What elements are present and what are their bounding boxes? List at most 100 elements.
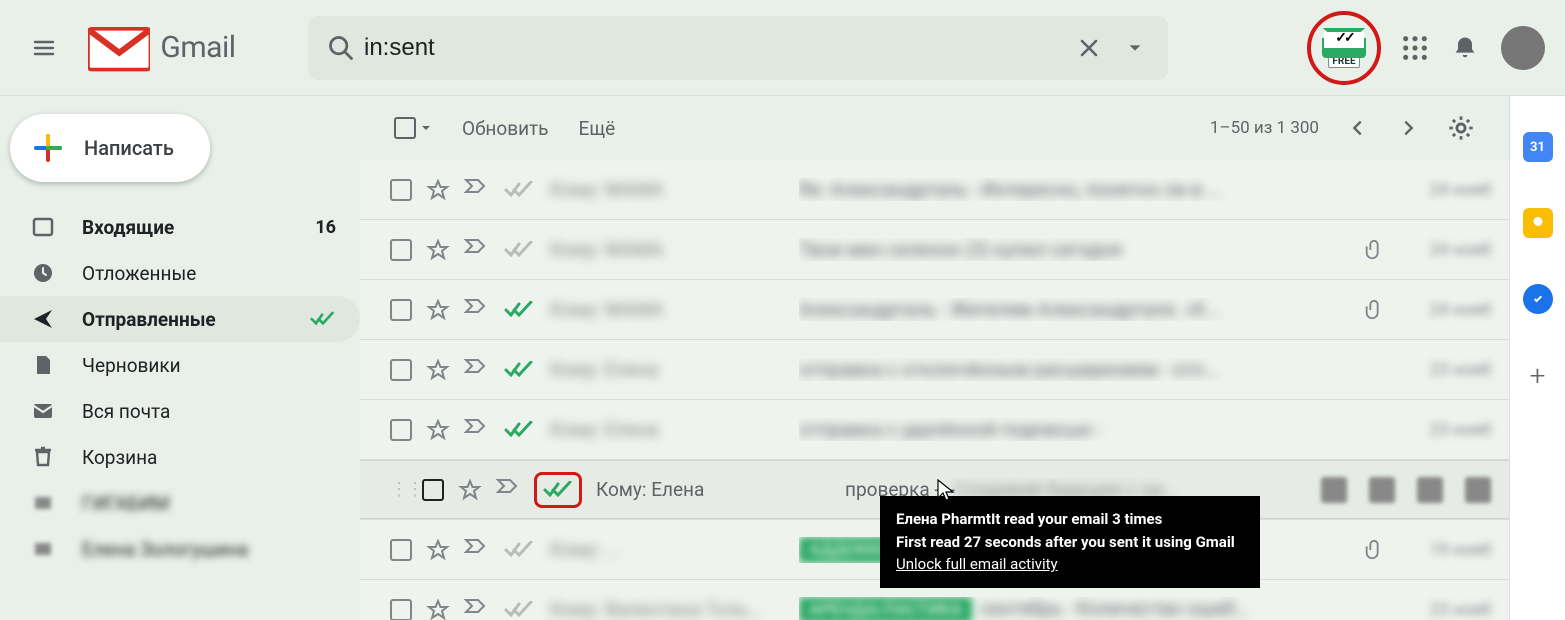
clear-search-icon[interactable]: [1066, 25, 1112, 71]
importance-icon[interactable]: [464, 178, 488, 202]
sent-icon: [30, 306, 56, 332]
row-checkbox[interactable]: [390, 419, 412, 441]
label-icon: [30, 490, 56, 516]
tooltip-line2: First read 27 seconds after you sent it …: [896, 531, 1244, 554]
email-row[interactable]: ⋮⋮Кому: МАМААлександрталь - Жителям Алек…: [360, 280, 1509, 340]
email-row[interactable]: ⋮⋮Кому: МАМАRe: Александрталь - Интересн…: [360, 160, 1509, 220]
mailtrack-status-icon[interactable]: [502, 358, 536, 382]
attachment-icon: [1361, 539, 1387, 561]
star-icon[interactable]: [458, 478, 482, 502]
gmail-logo-icon: [88, 24, 150, 72]
logo[interactable]: Gmail: [88, 24, 288, 72]
star-icon[interactable]: [426, 538, 450, 562]
star-icon[interactable]: [426, 598, 450, 620]
snooze-icon[interactable]: [1465, 477, 1491, 503]
sidebar-item-inbox[interactable]: Входящие 16: [0, 204, 360, 250]
sidebar-item-sent[interactable]: Отправленные: [0, 296, 360, 342]
account-avatar[interactable]: [1501, 26, 1545, 70]
add-addon-icon[interactable]: +: [1523, 360, 1553, 390]
mailtrack-status-icon[interactable]: [502, 298, 536, 322]
mailtrack-extension-badge[interactable]: ✓✓ FREE: [1309, 13, 1379, 83]
email-row[interactable]: ⋮⋮Кому: МАМАТвои мин селенок (3) купил с…: [360, 220, 1509, 280]
row-recipient: Кому: МАМА: [550, 238, 785, 261]
sidebar-item-allmail[interactable]: Вся почта: [0, 388, 360, 434]
search-icon[interactable]: [318, 25, 364, 71]
trash-icon: [30, 444, 56, 470]
sidebar-item-label1[interactable]: ГИГАБИМ: [0, 480, 360, 526]
importance-icon[interactable]: [464, 538, 488, 562]
star-icon[interactable]: [426, 238, 450, 262]
importance-icon[interactable]: [464, 238, 488, 262]
tasks-addon-icon[interactable]: [1523, 284, 1553, 314]
refresh-button[interactable]: Обновить: [462, 117, 549, 140]
next-page-icon[interactable]: [1397, 117, 1419, 139]
row-subject: отправка с удалённой подписью -: [799, 418, 1347, 441]
row-recipient: Кому: Елена: [550, 358, 785, 381]
envelope-icon: ✓✓: [1322, 28, 1366, 58]
inbox-icon: [30, 214, 56, 240]
tooltip-unlock-link[interactable]: Unlock full email activity: [896, 553, 1244, 576]
email-row[interactable]: ⋮⋮Кому: Еленаотправка с удалённой подпис…: [360, 400, 1509, 460]
row-recipient: Кому: МАМА: [550, 298, 785, 321]
row-checkbox[interactable]: [390, 599, 412, 620]
search-options-icon[interactable]: [1112, 25, 1158, 71]
main-menu-icon[interactable]: [20, 24, 68, 72]
row-checkbox[interactable]: [390, 299, 412, 321]
row-checkbox[interactable]: [390, 179, 412, 201]
importance-icon[interactable]: [464, 598, 488, 620]
row-date: 24 нояб: [1401, 300, 1491, 320]
row-subject: отправка с отключённым расширением - отп…: [799, 358, 1347, 381]
importance-icon[interactable]: [464, 358, 488, 382]
label-icon: [30, 536, 56, 562]
mailtrack-status-icon[interactable]: [534, 472, 582, 508]
email-row[interactable]: ⋮⋮Кому: Еленаотправка с отключённым расш…: [360, 340, 1509, 400]
mailtrack-status-icon[interactable]: [502, 538, 536, 562]
sidebar-item-label: ГИГАБИМ: [82, 492, 336, 515]
mark-read-icon[interactable]: [1417, 477, 1443, 503]
star-icon[interactable]: [426, 358, 450, 382]
importance-icon[interactable]: [464, 298, 488, 322]
sidebar-item-label2[interactable]: Елена Зологушина: [0, 526, 360, 572]
row-subject: Александрталь - Жителям Александрталя. «…: [799, 298, 1347, 321]
sidebar-item-snoozed[interactable]: Отложенные: [0, 250, 360, 296]
sidebar-item-label: Входящие: [82, 216, 289, 239]
prev-page-icon[interactable]: [1347, 117, 1369, 139]
main: Обновить Ещё 1–50 из 1 300 ⋮⋮Кому: МАМАR…: [360, 96, 1509, 620]
mail-icon: [30, 398, 56, 424]
row-date: 23 нояб: [1401, 360, 1491, 380]
search-bar: [308, 16, 1168, 80]
importance-icon[interactable]: [496, 478, 520, 502]
row-checkbox[interactable]: [390, 359, 412, 381]
sidebar-item-drafts[interactable]: Черновики: [0, 342, 360, 388]
keep-addon-icon[interactable]: [1523, 208, 1553, 238]
google-apps-icon[interactable]: [1401, 34, 1429, 62]
compose-label: Написать: [84, 136, 174, 160]
importance-icon[interactable]: [464, 418, 488, 442]
row-checkbox[interactable]: [422, 479, 444, 501]
row-date: 23 нояб: [1401, 600, 1491, 620]
star-icon[interactable]: [426, 178, 450, 202]
archive-icon[interactable]: [1321, 477, 1347, 503]
settings-icon[interactable]: [1447, 114, 1475, 142]
mailtrack-status-icon[interactable]: [502, 418, 536, 442]
search-input[interactable]: [364, 16, 1066, 80]
more-button[interactable]: Ещё: [579, 117, 616, 140]
mailtrack-status-icon[interactable]: [502, 598, 536, 620]
sidebar-item-trash[interactable]: Корзина: [0, 434, 360, 480]
delete-icon[interactable]: [1369, 477, 1395, 503]
row-checkbox[interactable]: [390, 539, 412, 561]
mailtrack-status-icon[interactable]: [502, 178, 536, 202]
row-checkbox[interactable]: [390, 239, 412, 261]
sidebar: Написать Входящие 16 Отложенные Отправле…: [0, 96, 360, 620]
row-recipient: Кому: Елена: [596, 478, 831, 501]
row-date: 24 нояб: [1401, 180, 1491, 200]
row-subject: Re: Александрталь - Интересно, понятно л…: [799, 178, 1347, 201]
select-all-checkbox[interactable]: [394, 117, 432, 139]
mailtrack-status-icon[interactable]: [502, 238, 536, 262]
star-icon[interactable]: [426, 298, 450, 322]
star-icon[interactable]: [426, 418, 450, 442]
calendar-addon-icon[interactable]: 31: [1523, 132, 1553, 162]
compose-button[interactable]: Написать: [10, 114, 210, 182]
drag-handle-icon[interactable]: ⋮⋮: [390, 479, 408, 500]
notifications-icon[interactable]: [1451, 34, 1479, 62]
